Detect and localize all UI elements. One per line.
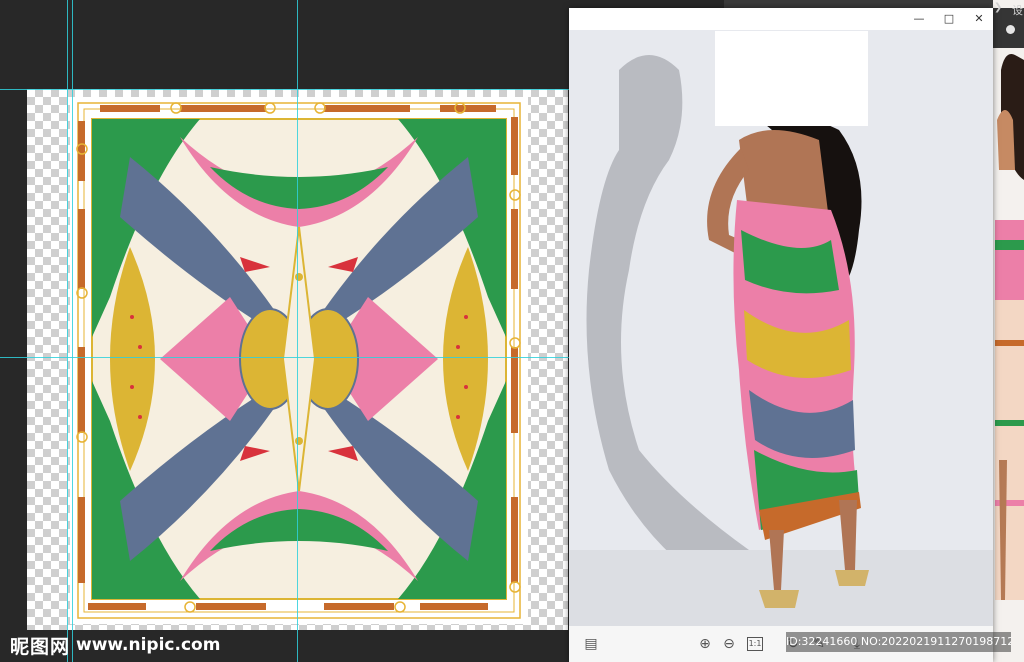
zoom-out-icon[interactable]: ⊖ [719,634,739,654]
settings-label[interactable]: 设 [1012,2,1023,18]
zoom-in-icon[interactable]: ⊕ [695,634,715,654]
guide-vertical[interactable] [67,0,68,662]
filmstrip-icon[interactable]: ▤ [581,634,601,654]
chevron-right-icon[interactable]: ❯ [994,2,1002,13]
viewer-titlebar[interactable]: — □ ✕ [569,8,993,30]
guide-vertical[interactable] [72,0,73,662]
guide-horizontal[interactable] [0,89,570,90]
watermark-url: www.nipic.com [76,635,221,655]
scarf-pattern [91,118,507,600]
viewer-photo[interactable] [569,30,993,626]
background-photo-panel [993,0,1024,662]
actual-size-button[interactable]: 1:1 [747,637,763,651]
design-canvas[interactable]: 昵图网 www.nipic.com [0,0,570,662]
guide-vertical[interactable] [297,0,298,662]
scarf-artwork [70,97,528,624]
maximize-icon[interactable]: □ [934,8,964,30]
site-watermark: 昵图网 www.nipic.com [10,630,220,660]
background-model-photo [993,0,1024,662]
radio-dot-icon[interactable] [1006,25,1015,34]
close-icon[interactable]: ✕ [964,8,994,30]
redaction-box [715,31,868,126]
watermark-logo: 昵图网 [10,635,71,658]
background-top-strip [724,0,1024,8]
minimize-icon[interactable]: — [904,8,934,30]
guide-horizontal[interactable] [0,357,570,358]
image-id-overlay: ID:32241660 NO:20220219112701987124 [786,632,1011,652]
photo-viewer-window[interactable]: — □ ✕ ▤ ⊕ ⊖ 1:1 [569,8,993,662]
